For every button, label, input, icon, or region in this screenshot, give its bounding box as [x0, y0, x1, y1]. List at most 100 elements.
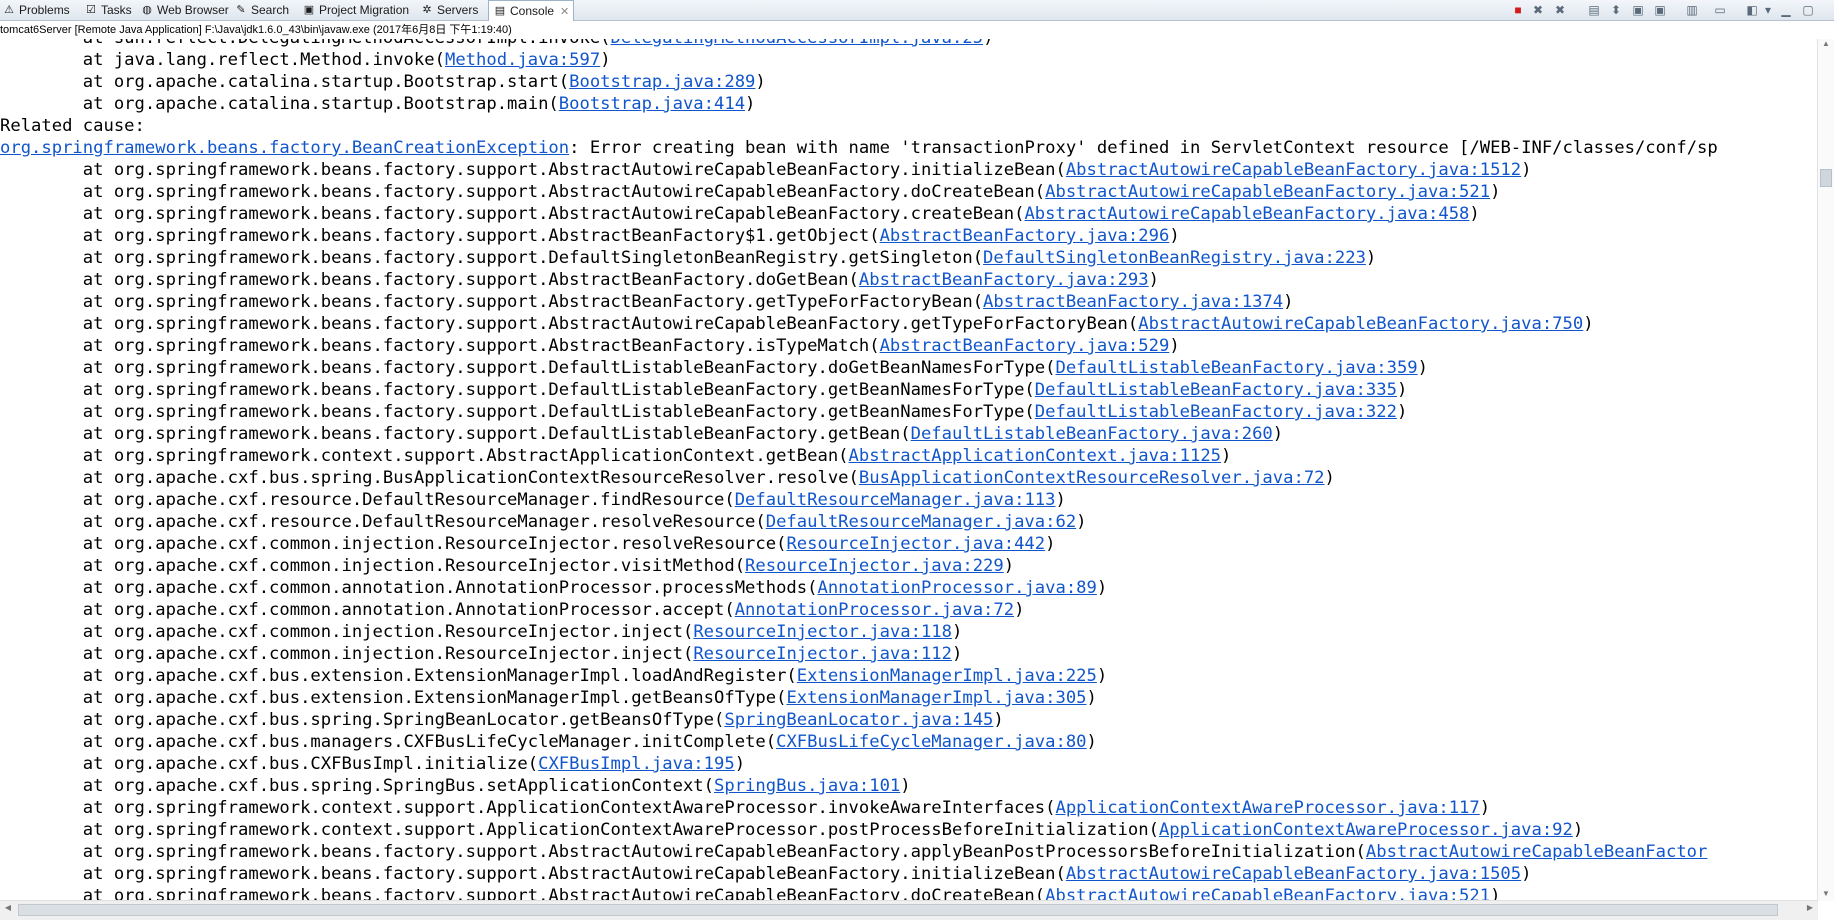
stacktrace-link[interactable]: Bootstrap.java:414 [559, 94, 745, 114]
show-on-stdout-icon[interactable]: ▣ [1630, 2, 1646, 18]
maximize-icon[interactable]: ▢ [1800, 2, 1816, 18]
console-line: at org.apache.catalina.startup.Bootstrap… [0, 71, 1818, 93]
tab-project-migration[interactable]: ▣ Project Migration [302, 0, 409, 20]
horizontal-scrollbar[interactable]: ◀ ▶ [0, 900, 1818, 920]
open-console-icon[interactable]: ◧ [1744, 2, 1760, 18]
display-console-icon[interactable]: ▭ [1712, 2, 1728, 18]
stacktrace-link[interactable]: DefaultListableBeanFactory.java:335 [1035, 380, 1397, 400]
console-output[interactable]: at sun.reflect.DelegatingMethodAccessorI… [0, 39, 1818, 901]
show-on-stderr-icon[interactable]: ▣ [1652, 2, 1668, 18]
stacktrace-link[interactable]: Method.java:597 [445, 50, 600, 70]
console-text: at org.apache.cxf.bus.spring.SpringBeanL… [0, 710, 725, 730]
console-text: at org.springframework.beans.factory.sup… [0, 336, 880, 356]
vertical-scroll-thumb[interactable] [1820, 169, 1832, 187]
stacktrace-link[interactable]: AnnotationProcessor.java:72 [735, 600, 1014, 620]
console-text: ) [1272, 424, 1284, 444]
stacktrace-link[interactable]: DelegatingMethodAccessorImpl.java:25 [611, 39, 984, 48]
stacktrace-link[interactable]: DefaultResourceManager.java:113 [735, 490, 1056, 510]
scroll-lock-icon[interactable]: ⬍ [1608, 2, 1624, 18]
tab-search[interactable]: ✎ Search [234, 0, 289, 20]
horizontal-scroll-thumb[interactable] [18, 904, 1778, 916]
console-line: at org.springframework.beans.factory.sup… [0, 159, 1818, 181]
stacktrace-link[interactable]: DefaultSingletonBeanRegistry.java:223 [983, 248, 1366, 268]
scroll-left-icon[interactable]: ◀ [2, 903, 14, 917]
console-text: ) [993, 710, 1004, 730]
console-text: ) [1490, 182, 1501, 202]
terminate-icon[interactable]: ■ [1510, 2, 1526, 18]
pin-console-icon[interactable]: ▥ [1684, 2, 1700, 18]
scroll-right-icon[interactable]: ▶ [1804, 903, 1816, 917]
stacktrace-link[interactable]: ResourceInjector.java:229 [745, 556, 1004, 576]
console-text: at org.apache.cxf.common.injection.Resou… [0, 534, 787, 554]
stacktrace-link[interactable]: ExtensionManagerImpl.java:305 [786, 688, 1086, 708]
console-line: at org.apache.cxf.bus.managers.CXFBusLif… [0, 731, 1818, 753]
stacktrace-link[interactable]: AbstractAutowireCapableBeanFactor [1366, 842, 1707, 862]
stacktrace-link[interactable]: AbstractAutowireCapableBeanFactory.java:… [1066, 864, 1521, 884]
stacktrace-link[interactable]: ResourceInjector.java:112 [693, 644, 952, 664]
stacktrace-link[interactable]: CXFBusImpl.java:195 [538, 754, 735, 774]
tab-label: Console [510, 4, 555, 18]
tab-servers[interactable]: ✲ Servers [420, 0, 478, 20]
tab-web-browser[interactable]: ◍ Web Browser [140, 0, 229, 20]
scroll-up-icon[interactable]: ▲ [1818, 39, 1834, 51]
stacktrace-link[interactable]: AbstractBeanFactory.java:293 [859, 270, 1149, 290]
stacktrace-link[interactable]: DefaultListableBeanFactory.java:260 [911, 424, 1273, 444]
console-process-label: tomcat6Server [Remote Java Application] … [0, 21, 1834, 39]
minimize-icon[interactable]: ▁ [1778, 2, 1794, 18]
console-text: at org.springframework.beans.factory.sup… [0, 248, 984, 268]
console-text: ) [1096, 578, 1108, 598]
stacktrace-link[interactable]: SpringBus.java:101 [714, 776, 900, 796]
scroll-down-icon[interactable]: ▼ [1818, 889, 1834, 901]
console-text: at org.springframework.beans.factory.sup… [0, 204, 1025, 224]
new-console-dropdown-icon[interactable]: ▾ [1760, 2, 1776, 18]
console-text: ) [600, 50, 611, 70]
console-text: at org.apache.cxf.bus.managers.CXFBusLif… [0, 732, 777, 752]
stacktrace-link[interactable]: ApplicationContextAwareProcessor.java:11… [1055, 798, 1479, 818]
console-line: at org.springframework.context.support.A… [0, 819, 1818, 841]
tab-tasks[interactable]: ☑ Tasks [84, 0, 132, 20]
tab-label: Problems [19, 3, 70, 17]
console-line: at org.apache.cxf.common.annotation.Anno… [0, 577, 1818, 599]
console-text: at org.springframework.context.support.A… [0, 446, 849, 466]
console-text: ) [1086, 688, 1097, 708]
stacktrace-link[interactable]: ResourceInjector.java:118 [693, 622, 952, 642]
tab-problems[interactable]: ⚠ Problems [2, 0, 70, 20]
remove-all-terminated-icon[interactable]: ✖ [1552, 2, 1568, 18]
console-line: at org.springframework.beans.factory.sup… [0, 313, 1818, 335]
tab-console[interactable]: ▤ Console ✕ [488, 0, 575, 21]
stacktrace-link[interactable]: SpringBeanLocator.java:145 [724, 710, 993, 730]
stacktrace-link[interactable]: AbstractBeanFactory.java:296 [880, 226, 1170, 246]
stacktrace-link[interactable]: AbstractBeanFactory.java:529 [880, 336, 1170, 356]
vertical-scrollbar[interactable]: ▲ ▼ [1817, 39, 1834, 901]
console-line: at org.springframework.beans.factory.sup… [0, 203, 1818, 225]
console-text: at org.springframework.beans.factory.sup… [0, 424, 911, 444]
remove-launch-icon[interactable]: ✖ [1530, 2, 1546, 18]
stacktrace-link[interactable]: ExtensionManagerImpl.java:225 [797, 666, 1097, 686]
stacktrace-link[interactable]: Bootstrap.java:289 [569, 72, 755, 92]
clear-console-icon[interactable]: ▤ [1586, 2, 1602, 18]
stacktrace-link[interactable]: AbstractAutowireCapableBeanFactory.java:… [1138, 314, 1583, 334]
console-line: at org.springframework.beans.factory.sup… [0, 379, 1818, 401]
console-line: at org.apache.cxf.bus.CXFBusImpl.initial… [0, 753, 1818, 775]
console-text: at org.apache.cxf.bus.spring.SpringBus.s… [0, 776, 714, 796]
stacktrace-link[interactable]: AbstractBeanFactory.java:1374 [983, 292, 1283, 312]
stacktrace-link[interactable]: BusApplicationContextResourceResolver.ja… [859, 468, 1325, 488]
stacktrace-link[interactable]: DefaultListableBeanFactory.java:322 [1035, 402, 1397, 422]
console-line: at org.springframework.beans.factory.sup… [0, 181, 1818, 203]
stacktrace-link[interactable]: org.springframework.beans.factory.BeanCr… [0, 138, 569, 158]
stacktrace-link[interactable]: CXFBusLifeCycleManager.java:80 [776, 732, 1086, 752]
stacktrace-link[interactable]: ResourceInjector.java:442 [786, 534, 1045, 554]
stacktrace-link[interactable]: DefaultResourceManager.java:62 [766, 512, 1076, 532]
stacktrace-link[interactable]: AbstractAutowireCapableBeanFactory.java:… [1066, 160, 1521, 180]
stacktrace-link[interactable]: AbstractApplicationContext.java:1125 [849, 446, 1222, 466]
stacktrace-link[interactable]: AbstractAutowireCapableBeanFactory.java:… [1045, 182, 1490, 202]
stacktrace-link[interactable]: ApplicationContextAwareProcessor.java:92 [1159, 820, 1573, 840]
console-text: ) [1003, 556, 1015, 576]
stacktrace-link[interactable]: AbstractAutowireCapableBeanFactory.java:… [1045, 886, 1490, 901]
stacktrace-link[interactable]: AnnotationProcessor.java:89 [817, 578, 1096, 598]
stacktrace-link[interactable]: AbstractAutowireCapableBeanFactory.java:… [1024, 204, 1469, 224]
console-text: at sun.reflect.DelegatingMethodAccessorI… [0, 39, 611, 48]
console-text: at org.apache.cxf.common.annotation.Anno… [0, 578, 818, 598]
close-icon[interactable]: ✕ [560, 5, 569, 18]
stacktrace-link[interactable]: DefaultListableBeanFactory.java:359 [1055, 358, 1417, 378]
